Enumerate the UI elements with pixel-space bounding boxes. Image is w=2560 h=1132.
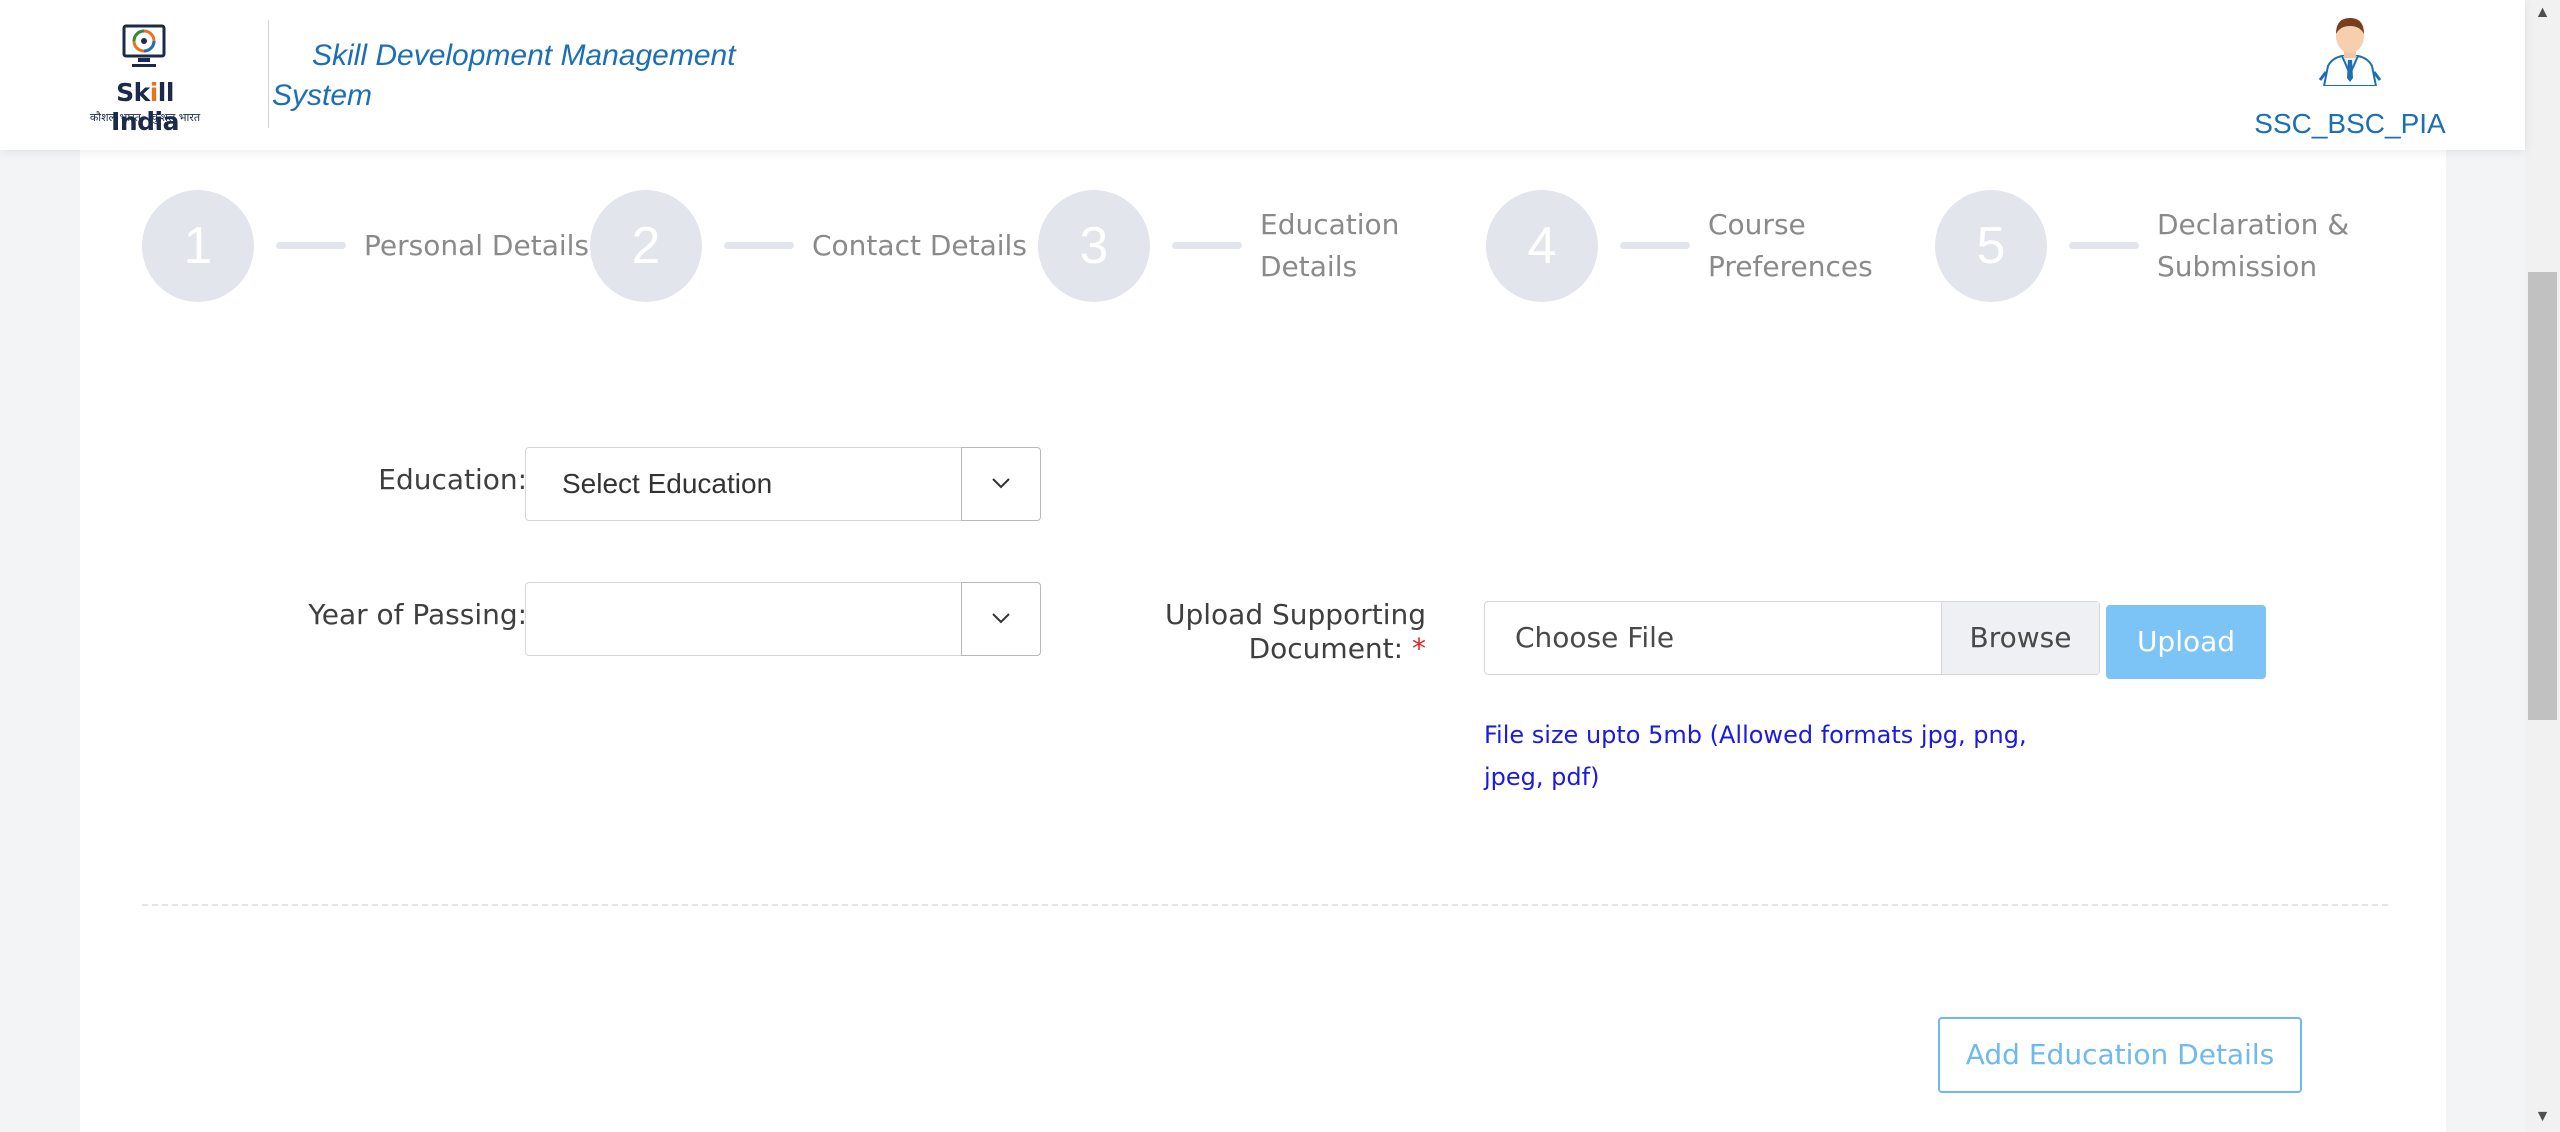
- step-contact-details[interactable]: 2 Contact Details: [590, 190, 1030, 302]
- header-divider: [268, 20, 269, 128]
- step-education-details[interactable]: 3 Education Details: [1038, 190, 1478, 302]
- step-connector: [1172, 242, 1242, 249]
- vertical-scrollbar[interactable]: ▲ ▼: [2525, 0, 2560, 1132]
- step-number: 3: [1038, 190, 1150, 302]
- file-chooser[interactable]: Choose File Browse: [1484, 601, 2100, 675]
- file-size-hint: File size upto 5mb (Allowed formats jpg,…: [1484, 721, 2027, 791]
- education-label: Education: *: [230, 463, 550, 497]
- step-label: Education Details: [1260, 208, 1400, 283]
- year-of-passing-select[interactable]: [525, 582, 1041, 656]
- step-number: 1: [142, 190, 254, 302]
- file-chooser-placeholder: Choose File: [1515, 621, 1675, 654]
- skill-india-emblem-icon: [122, 24, 166, 67]
- user-profile[interactable]: SSC_BSC_PIA: [2250, 14, 2450, 144]
- year-of-passing-label: Year of Passing: *: [180, 598, 550, 632]
- section-divider: [142, 904, 2388, 906]
- chevron-down-icon: [992, 613, 1010, 624]
- step-label: Declaration & Submission: [2157, 208, 2350, 283]
- chevron-down-icon: [992, 478, 1010, 489]
- step-number: 2: [590, 190, 702, 302]
- user-avatar-icon: [2318, 18, 2382, 86]
- step-label: Contact Details: [812, 229, 1027, 262]
- year-dropdown-button[interactable]: [961, 582, 1041, 656]
- step-connector: [2069, 242, 2139, 249]
- registration-form-card: 1 Personal Details 2 Contact Details 3 E…: [80, 150, 2446, 1132]
- step-course-preferences[interactable]: 4 Course Preferences: [1486, 190, 1926, 302]
- triangle-down-icon[interactable]: ▼: [2525, 1104, 2560, 1130]
- education-select-value: Select Education: [562, 468, 773, 499]
- education-select[interactable]: Select Education: [525, 447, 1041, 521]
- scrollbar-thumb[interactable]: [2528, 272, 2557, 720]
- browse-button[interactable]: Browse: [1941, 602, 2099, 674]
- add-education-details-button[interactable]: Add Education Details: [1938, 1017, 2302, 1093]
- step-number: 5: [1935, 190, 2047, 302]
- step-connector: [1620, 242, 1690, 249]
- triangle-up-icon[interactable]: ▲: [2525, 0, 2560, 26]
- required-mark: *: [1412, 632, 1426, 665]
- step-number: 4: [1486, 190, 1598, 302]
- upload-document-label: Upload Supporting Document: *: [1165, 598, 1426, 665]
- step-connector: [276, 242, 346, 249]
- step-personal-details[interactable]: 1 Personal Details: [142, 190, 589, 302]
- upload-button[interactable]: Upload: [2106, 605, 2266, 679]
- education-dropdown-button[interactable]: [961, 447, 1041, 521]
- step-connector: [724, 242, 794, 249]
- step-label: Course Preferences: [1708, 208, 1873, 283]
- top-header: Skill India कौशल भारत - कुशल भारत Skill …: [0, 0, 2525, 150]
- skill-india-logo[interactable]: Skill India कौशल भारत - कुशल भारत: [80, 24, 210, 136]
- step-declaration-submission[interactable]: 5 Declaration & Submission: [1935, 190, 2375, 302]
- logo-wordmark: Skill India: [111, 78, 179, 136]
- user-name: SSC_BSC_PIA: [2254, 108, 2446, 139]
- step-label: Personal Details: [364, 229, 589, 262]
- app-title: Skill Development Management System: [272, 39, 736, 112]
- logo-tagline: कौशल भारत - कुशल भारत: [89, 111, 201, 124]
